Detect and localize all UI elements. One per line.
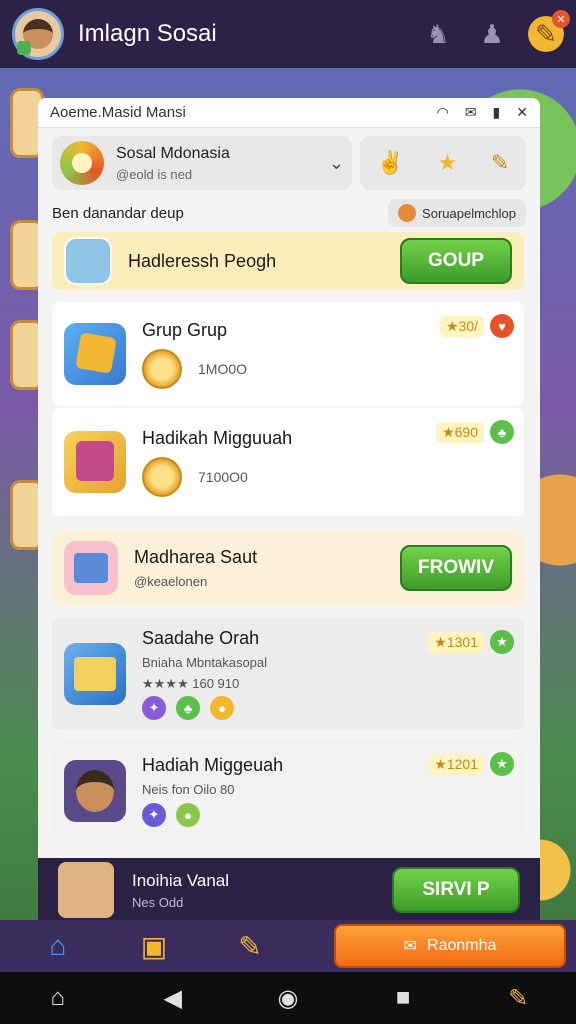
list-item[interactable]: Hadiah Miggeuah Neis fon Oilo 80 ✦ ● ★12… — [52, 740, 524, 842]
close-icon[interactable]: ✕ — [516, 104, 528, 121]
battery-icon: ▮ — [492, 104, 501, 120]
circle-icon[interactable]: ◉ — [266, 984, 310, 1013]
profile-handle: @eold is ned — [116, 166, 193, 182]
coin-value: 7100O0 — [198, 468, 248, 485]
clover-icon: ♣ — [176, 696, 200, 720]
filter-row: Ben danandar deup Soruapelmchlop — [38, 198, 540, 228]
list-item[interactable]: Grup Grup 1MO0O ★30/♥ — [52, 302, 524, 406]
filter-chip[interactable]: Soruapelmchlop — [388, 199, 526, 227]
modal-title: Aoeme.Masid Mansi — [50, 104, 186, 121]
card-icon: ✉ — [403, 938, 418, 955]
player-name: Inoihia Vanal — [132, 870, 230, 890]
profile-row: Sosal Mdonasia @eold is ned ⌄ ✌ ★ ✎ — [38, 128, 540, 198]
star-icon[interactable]: ★ — [490, 630, 514, 654]
modal-header: Aoeme.Masid Mansi ◠ ✉ ▮ ✕ — [38, 98, 540, 128]
rewards-icon[interactable]: ✎ ✕ — [528, 10, 570, 52]
home-icon[interactable]: ⌂ — [10, 926, 106, 966]
back-icon[interactable]: ◀ — [151, 984, 195, 1013]
trophy-icon — [64, 323, 126, 385]
featured-player: Inoihia Vanal Nes Odd SIRVI P — [38, 858, 540, 922]
rewards-icon[interactable]: ✎ — [496, 984, 540, 1013]
quest-icon[interactable]: ✎ — [202, 926, 298, 966]
row-title: Madharea Saut — [134, 547, 258, 567]
edit-icon[interactable]: ✎ — [491, 150, 509, 176]
star-icon[interactable]: ★ — [438, 150, 458, 176]
list-item[interactable]: Hadikah Migguuah 7100O0 ★690 ♣ — [52, 408, 524, 516]
box-icon — [64, 541, 118, 595]
star-icon[interactable]: ★ — [490, 752, 514, 776]
list-item[interactable]: Madharea Saut @keaelonen FROWIV — [52, 530, 524, 606]
avatar — [64, 237, 112, 285]
gift-icon — [64, 431, 126, 493]
cookie-icon — [398, 204, 417, 222]
row-title: Hadleressh Peogh — [128, 250, 277, 271]
inventory-icon[interactable]: ▣ — [106, 926, 202, 966]
chevron-down-icon[interactable]: ⌄ — [329, 153, 344, 174]
home-icon[interactable]: ⌂ — [36, 984, 80, 1012]
filter-chip-label: Soruapelmchlop — [422, 205, 516, 221]
leaf-icon[interactable]: ♣ — [490, 420, 514, 444]
quick-actions: ✌ ★ ✎ — [360, 136, 526, 190]
score-badge: ★1301 — [428, 631, 484, 653]
row-subtitle: Bniaha Mbntakasopal — [142, 655, 268, 670]
social-icon[interactable]: ♟ — [474, 16, 510, 52]
coin-icon: ● — [176, 803, 200, 827]
profile-selector[interactable]: Sosal Mdonasia @eold is ned ⌄ — [52, 136, 352, 190]
avatar — [64, 760, 126, 822]
chest-icon — [64, 643, 126, 705]
score-badge: ★1201 — [428, 753, 484, 775]
app-title: Imlagn Sosai — [78, 20, 217, 47]
recents-icon[interactable]: ■ — [381, 984, 425, 1012]
top-bar: Imlagn Sosai ♞ ♟ ✎ ✕ — [0, 0, 576, 68]
cta-label: Raonmha — [427, 937, 497, 954]
avatar — [58, 862, 114, 918]
list-item[interactable]: Hadleressh Peogh GOUP — [52, 232, 524, 290]
player-sub: Nes Odd — [132, 894, 184, 910]
coin-icon: ● — [210, 696, 234, 720]
group-button[interactable]: GOUP — [400, 238, 512, 284]
serve-button[interactable]: SIRVI P — [392, 867, 520, 913]
gem-icon: ✦ — [142, 803, 166, 827]
gesture-icon[interactable]: ✌ — [377, 150, 404, 176]
gem-icon: ✦ — [142, 696, 166, 720]
row-subtitle: Neis fon Oilo 80 — [142, 782, 235, 797]
heart-icon[interactable]: ♥ — [490, 314, 514, 338]
close-icon: ✕ — [552, 10, 570, 28]
coin-icon — [142, 348, 182, 389]
player-avatar[interactable] — [12, 8, 64, 60]
coin-value: 1MO0O — [198, 360, 248, 377]
score-badge: ★30/ — [439, 315, 484, 337]
online-indicator — [17, 41, 31, 55]
list-item[interactable]: Saadahe Orah Bniaha Mbntakasopal ★★★★ 16… — [52, 618, 524, 730]
row-rating: ★★★★ 160 910 — [142, 676, 240, 691]
follow-button[interactable]: FROWIV — [400, 545, 512, 591]
profile-logo-icon — [60, 141, 104, 185]
system-nav: ⌂ ◀ ◉ ■ ✎ — [0, 972, 576, 1024]
app-nav: ⌂ ▣ ✎ ✉ Raonmha — [0, 920, 576, 972]
mail-icon[interactable]: ✉ — [465, 104, 477, 121]
profile-name: Sosal Mdonasia — [116, 144, 230, 162]
cta-button[interactable]: ✉ Raonmha — [334, 924, 566, 968]
score-badge: ★690 — [436, 421, 484, 443]
filter-label: Ben danandar deup — [52, 204, 184, 222]
coin-icon — [142, 456, 182, 497]
wifi-icon: ◠ — [436, 104, 449, 120]
row-subtitle: @keaelonen — [134, 574, 208, 589]
friends-icon[interactable]: ♞ — [420, 16, 456, 52]
